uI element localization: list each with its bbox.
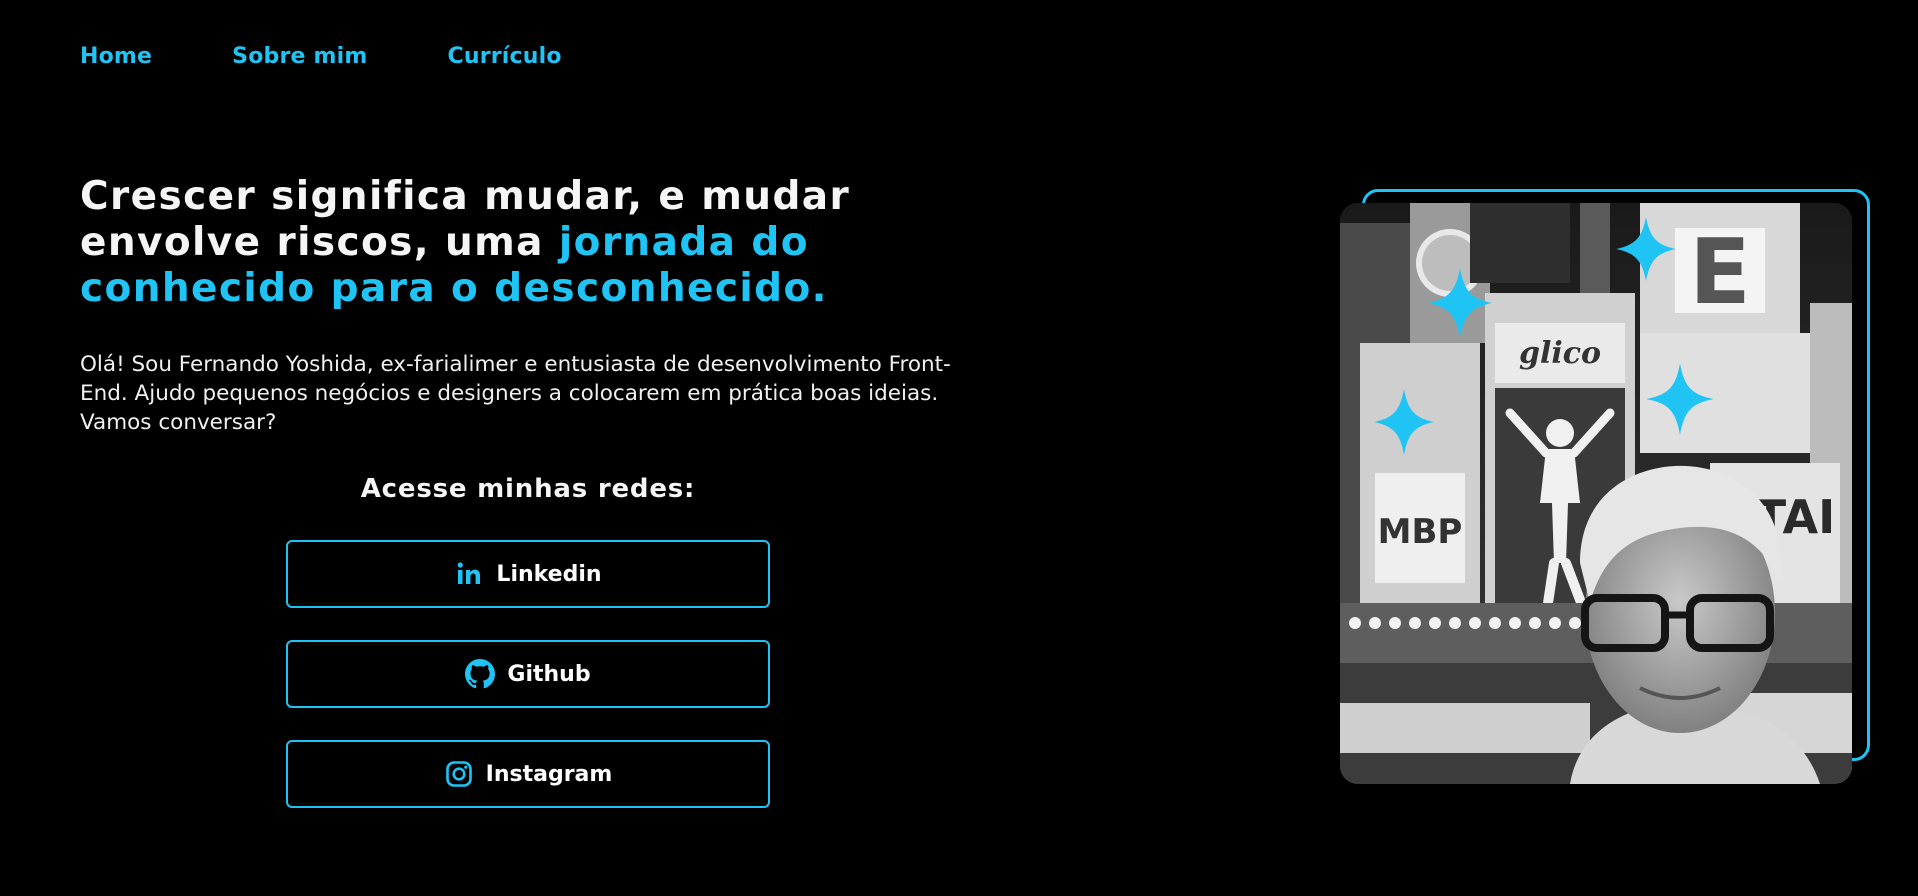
linkedin-icon	[454, 559, 484, 589]
social-title: Acesse minhas redes:	[360, 474, 696, 504]
nav-resume-link[interactable]: Currículo	[448, 44, 562, 69]
hero-intro: Olá! Sou Fernando Yoshida, ex-farialimer…	[80, 352, 951, 435]
top-nav: Home Sobre mim Currículo	[80, 44, 642, 69]
billboard-glico-text: glico	[1519, 336, 1601, 371]
linkedin-button[interactable]: Linkedin	[286, 540, 770, 608]
hero-headline: Crescer significa mudar, e mudar envolve…	[80, 174, 940, 312]
github-button[interactable]: Github	[286, 640, 770, 708]
github-label: Github	[507, 661, 591, 687]
instagram-label: Instagram	[485, 761, 613, 787]
nav-about-link[interactable]: Sobre mim	[232, 44, 367, 69]
nav-home-link[interactable]: Home	[80, 44, 152, 69]
github-icon	[465, 659, 496, 689]
instagram-button[interactable]: Instagram	[286, 740, 770, 808]
instagram-icon	[444, 759, 474, 789]
linkedin-label: Linkedin	[496, 561, 602, 587]
profile-photo: E MBP glico TAI	[1340, 203, 1852, 784]
billboard-mbp-text: MBP	[1378, 512, 1463, 552]
billboard-e-text: E	[1689, 220, 1750, 325]
